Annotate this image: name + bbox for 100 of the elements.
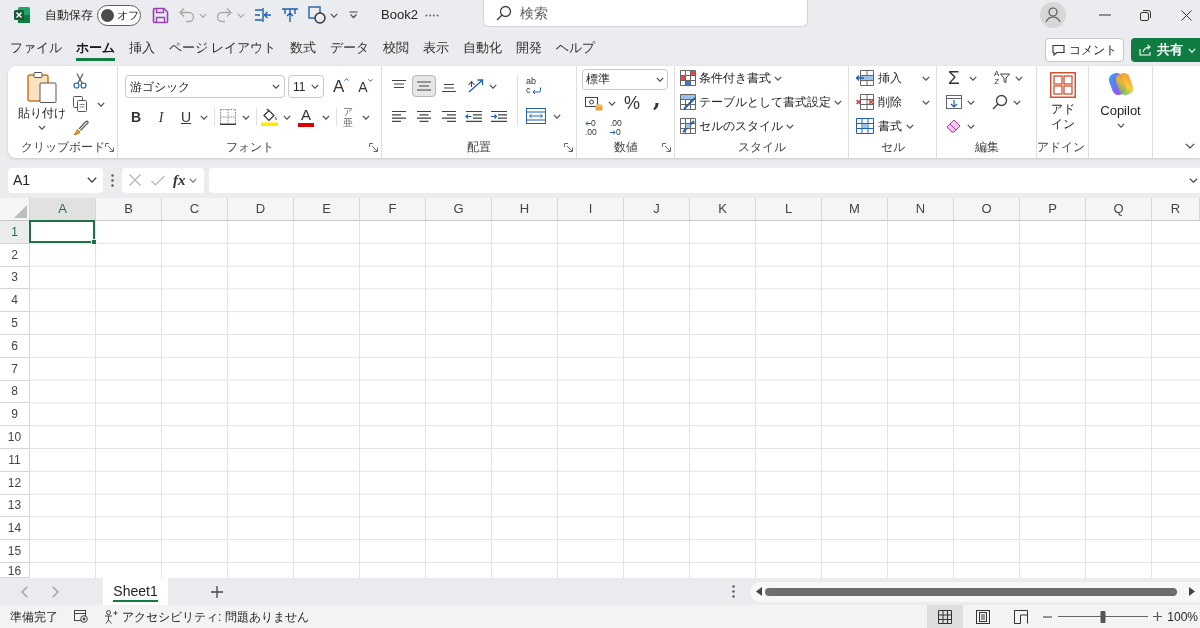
caret-up-icon[interactable]: [344, 77, 350, 81]
cells-button[interactable]: 書式: [856, 114, 930, 138]
dialog-launcher-icon[interactable]: [369, 142, 378, 152]
column-header[interactable]: A: [30, 198, 96, 220]
clipboard-icon[interactable]: [27, 71, 57, 103]
ribbon-tab[interactable]: ファイル: [10, 36, 62, 61]
dialog-launcher-icon[interactable]: [105, 142, 114, 152]
number-format-dropdown[interactable]: 標準: [582, 69, 668, 91]
caret-icon[interactable]: [283, 114, 291, 120]
ribbon-tab[interactable]: 数式: [290, 36, 317, 61]
comment-icon[interactable]: [1052, 44, 1065, 56]
formula-input-field[interactable]: [209, 167, 1200, 193]
cells-button[interactable]: 削除: [856, 90, 930, 114]
caret-icon[interactable]: [38, 125, 46, 130]
sort-filter-button[interactable]: A Z: [994, 70, 1011, 86]
ribbon-tab[interactable]: 校閲: [383, 36, 410, 61]
comment-button[interactable]: コメント: [1045, 38, 1124, 62]
caret-icon[interactable]: [553, 113, 561, 119]
caret-icon[interactable]: [967, 99, 975, 105]
caret-icon[interactable]: [1013, 99, 1021, 105]
expand-caret-icon[interactable]: [1189, 177, 1198, 183]
ribbon-tab[interactable]: ページ レイアウト: [169, 36, 277, 61]
triangle-right-icon[interactable]: [1189, 587, 1195, 596]
copy-icon[interactable]: [73, 96, 87, 112]
column-header[interactable]: I: [558, 198, 624, 220]
column-header[interactable]: L: [756, 198, 822, 220]
view-button[interactable]: [927, 605, 964, 628]
search-field[interactable]: 検索: [482, 0, 808, 27]
active-cell[interactable]: [29, 220, 95, 243]
font-color-button[interactable]: A: [298, 107, 314, 127]
column-header[interactable]: Q: [1086, 198, 1152, 220]
return-arrow-icon[interactable]: [531, 87, 541, 94]
plus-icon[interactable]: [211, 585, 223, 598]
eraser-icon[interactable]: [946, 119, 962, 133]
column-header[interactable]: E: [294, 198, 360, 220]
style-button[interactable]: テーブルとして書式設定: [680, 90, 842, 114]
caret-icon[interactable]: [362, 114, 370, 120]
brush-icon[interactable]: [73, 119, 89, 135]
ribbon-tab[interactable]: ヘルプ: [556, 36, 596, 61]
caret-icon[interactable]: [786, 123, 794, 129]
column-header[interactable]: K: [690, 198, 756, 220]
column-header[interactable]: H: [492, 198, 558, 220]
decrease-decimal-button[interactable]: .00 0: [610, 118, 628, 137]
right-arrow-icon[interactable]: [610, 129, 616, 135]
row-header[interactable]: 9: [0, 403, 30, 427]
diagonal-arrow-icon[interactable]: [467, 78, 485, 94]
add-ins-button[interactable]: アドイン: [1049, 72, 1076, 132]
minus-icon[interactable]: [1043, 615, 1053, 618]
close-icon[interactable]: [1181, 9, 1192, 21]
caret-icon[interactable]: [1116, 123, 1125, 128]
search-icon[interactable]: [495, 5, 512, 21]
row-header[interactable]: 15: [0, 540, 30, 563]
autosave-toggle[interactable]: オフ: [97, 4, 141, 26]
row-header[interactable]: 5: [0, 312, 30, 335]
split-arrows-icon[interactable]: [281, 7, 299, 23]
column-header[interactable]: F: [360, 198, 426, 220]
vertical-dots-icon[interactable]: [732, 585, 735, 598]
row-header[interactable]: 1: [0, 221, 30, 244]
caret-icon[interactable]: [656, 77, 664, 82]
column-header[interactable]: C: [162, 198, 228, 220]
banknote-coins-icon[interactable]: [585, 95, 603, 112]
caret-icon[interactable]: [200, 114, 208, 120]
row-header[interactable]: 7: [0, 357, 30, 381]
caret-icon[interactable]: [311, 84, 319, 89]
gradient-logo-icon[interactable]: [1106, 70, 1135, 98]
triangle-left-icon[interactable]: [756, 587, 762, 596]
column-header[interactable]: J: [624, 198, 690, 220]
caret-icon[interactable]: [906, 123, 914, 129]
style-button[interactable]: 条件付き書式: [680, 66, 842, 90]
paint-bucket-icon[interactable]: [261, 108, 278, 126]
sheet-tab[interactable]: Sheet1: [103, 578, 168, 605]
name-box-field[interactable]: A1: [8, 167, 103, 193]
caret-icon[interactable]: [489, 83, 497, 89]
column-header[interactable]: P: [1020, 198, 1086, 220]
borders-icon[interactable]: [220, 109, 236, 125]
left-arrow-icon[interactable]: [585, 120, 591, 126]
italic-button[interactable]: I: [150, 106, 172, 128]
autosum-button[interactable]: Σ: [948, 68, 960, 88]
bold-button[interactable]: B: [125, 106, 147, 128]
caret-icon[interactable]: [97, 101, 105, 107]
ribbon-tab[interactable]: 挿入: [129, 36, 155, 61]
cell-grid[interactable]: [30, 221, 1200, 578]
caret-icon[interactable]: [922, 75, 930, 81]
ribbon-tab[interactable]: 開発: [516, 36, 543, 61]
format-cells-icon[interactable]: [856, 118, 874, 134]
column-header[interactable]: R: [1152, 198, 1200, 220]
lines-arrow-icon[interactable]: [254, 7, 272, 23]
grid-view-icon[interactable]: [938, 609, 953, 624]
cells-button[interactable]: 挿入: [856, 66, 930, 90]
fill-down-icon[interactable]: [946, 95, 962, 109]
caret-icon[interactable]: [774, 75, 782, 81]
row-header[interactable]: 2: [0, 243, 30, 267]
caret-icon[interactable]: [968, 75, 977, 81]
caret-icon[interactable]: [967, 123, 975, 129]
page-break-icon[interactable]: [1014, 609, 1029, 624]
fill-handle[interactable]: [91, 238, 97, 245]
caret-icon[interactable]: [87, 177, 97, 183]
paste-button[interactable]: 貼り付け: [17, 71, 67, 138]
avatar-icon[interactable]: [1040, 2, 1066, 28]
share-button[interactable]: 共有: [1131, 38, 1200, 62]
